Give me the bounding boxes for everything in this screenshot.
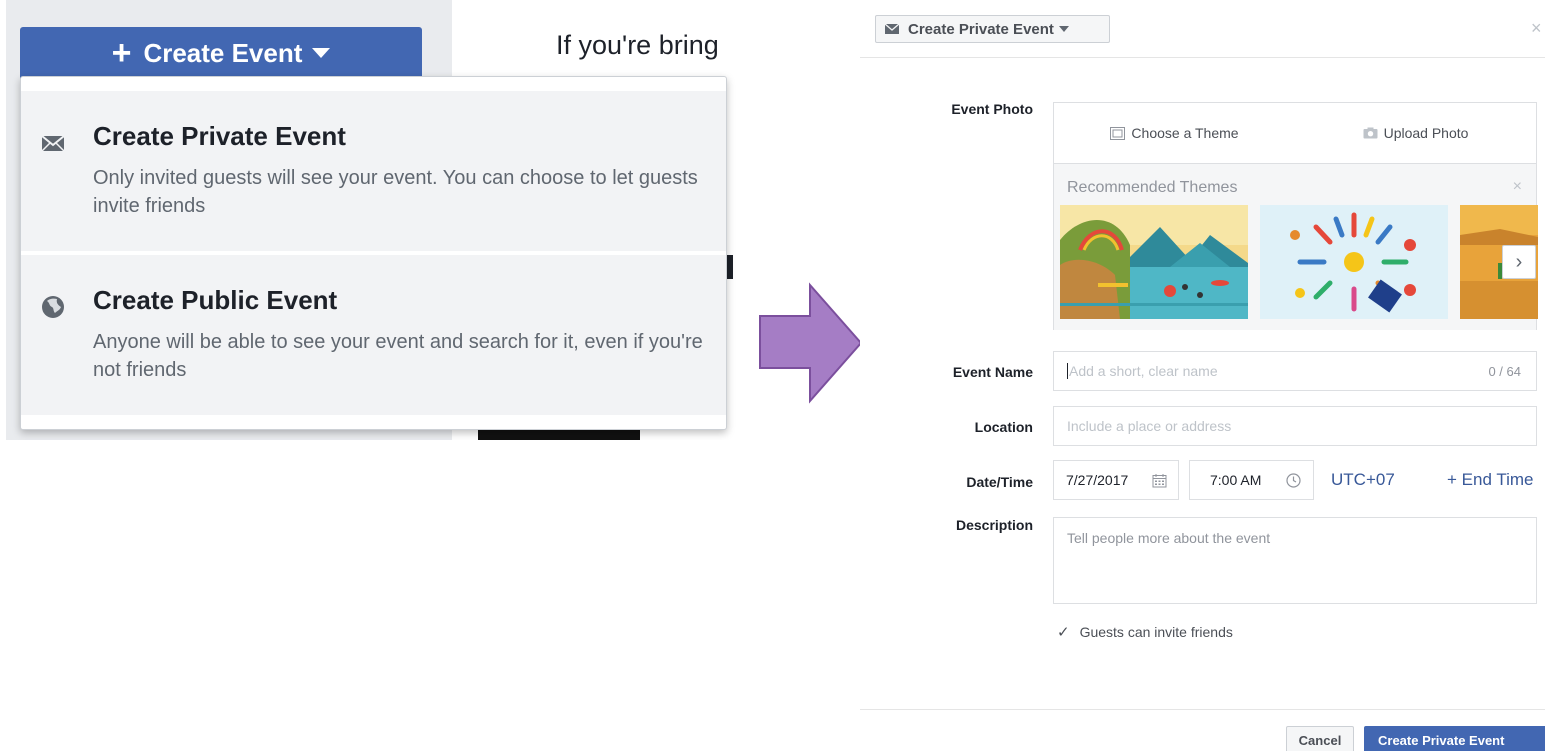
- theme-icon: [1110, 126, 1126, 140]
- time-picker[interactable]: 7:00 AM: [1189, 460, 1314, 500]
- envelope-icon: [41, 135, 65, 152]
- close-icon[interactable]: ×: [1531, 18, 1545, 39]
- location-placeholder: Include a place or address: [1067, 418, 1232, 434]
- create-event-dialog: Create Private Event × Event Photo Choos…: [860, 0, 1545, 751]
- datetime-label: Date/Time: [966, 474, 1033, 490]
- envelope-icon: [884, 23, 900, 34]
- create-event-button[interactable]: + Create Event: [20, 27, 422, 79]
- description-label: Description: [955, 517, 1033, 533]
- event-type-label: Create Private Event: [908, 20, 1054, 38]
- theme-thumbnail-lake[interactable]: [1060, 205, 1248, 319]
- right-arrow-icon: [759, 282, 863, 404]
- menu-item-create-public-event[interactable]: Create Public Event Anyone will be able …: [21, 255, 726, 415]
- dialog-header: Create Private Event ×: [860, 0, 1545, 58]
- create-event-dropdown: Create Private Event Only invited guests…: [20, 76, 727, 430]
- dialog-footer: Cancel Create Private Event: [860, 709, 1545, 751]
- cancel-button[interactable]: Cancel: [1286, 726, 1354, 751]
- menu-item-title: Create Private Event: [93, 121, 346, 151]
- description-placeholder: Tell people more about the event: [1067, 530, 1271, 546]
- lake-illustration: [1060, 205, 1248, 319]
- choose-theme-label: Choose a Theme: [1131, 125, 1239, 141]
- checkmark-icon: ✓: [1057, 624, 1070, 641]
- summer-items-illustration: [1260, 205, 1448, 319]
- description-textarea[interactable]: Tell people more about the event: [1053, 517, 1537, 604]
- event-name-label: Event Name: [952, 364, 1033, 380]
- menu-item-title: Create Public Event: [93, 285, 338, 315]
- add-end-time-link[interactable]: + End Time: [1447, 470, 1533, 490]
- event-name-input[interactable]: Add a short, clear name 0 / 64: [1053, 351, 1537, 391]
- content-heading: If you're bring: [556, 30, 719, 60]
- camera-icon: [1363, 127, 1378, 139]
- location-input[interactable]: Include a place or address: [1053, 406, 1537, 446]
- event-name-placeholder: Add a short, clear name: [1069, 363, 1218, 379]
- text-cursor: [1067, 363, 1068, 379]
- create-private-event-button[interactable]: Create Private Event: [1364, 726, 1545, 751]
- event-photo-label: Event Photo: [951, 101, 1033, 117]
- menu-item-create-private-event[interactable]: Create Private Event Only invited guests…: [21, 91, 726, 251]
- next-theme-button[interactable]: ›: [1502, 245, 1536, 279]
- caret-down-icon: [312, 48, 331, 58]
- event-type-selector[interactable]: Create Private Event: [875, 15, 1110, 43]
- upload-photo-tab[interactable]: Upload Photo: [1295, 125, 1536, 141]
- calendar-icon: [1152, 474, 1167, 488]
- plus-icon: +: [111, 34, 132, 72]
- date-picker[interactable]: 7/27/2017: [1053, 460, 1179, 500]
- timezone-link[interactable]: UTC+07: [1331, 470, 1395, 490]
- char-counter: 0 / 64: [1488, 364, 1521, 379]
- create-event-menu-screenshot: If you're bring + Create Event Create Pr…: [0, 0, 736, 440]
- photo-tabs: Choose a Theme Upload Photo: [1054, 103, 1536, 164]
- event-photo-panel: Choose a Theme Upload Photo Recommended …: [1053, 102, 1538, 330]
- guests-can-invite-label: Guests can invite friends: [1079, 624, 1233, 640]
- guests-can-invite-checkbox[interactable]: ✓ Guests can invite friends: [1057, 623, 1233, 641]
- location-label: Location: [974, 419, 1033, 435]
- time-value: 7:00 AM: [1210, 472, 1262, 488]
- caret-down-icon: [1058, 26, 1069, 32]
- menu-item-description: Only invited guests will see your event.…: [93, 167, 698, 217]
- upload-photo-label: Upload Photo: [1383, 125, 1469, 141]
- date-value: 7/27/2017: [1066, 472, 1129, 488]
- globe-icon: [42, 296, 64, 318]
- recommended-themes-title: Recommended Themes: [1067, 179, 1238, 196]
- menu-item-description: Anyone will be able to see your event an…: [93, 331, 703, 381]
- clock-icon: [1286, 473, 1301, 488]
- choose-theme-tab[interactable]: Choose a Theme: [1054, 125, 1295, 141]
- theme-thumbnail-summer[interactable]: [1260, 205, 1448, 319]
- recommended-themes: Recommended Themes × ›: [1054, 164, 1538, 330]
- close-icon[interactable]: ×: [1513, 178, 1522, 196]
- create-event-label: Create Event: [143, 37, 303, 68]
